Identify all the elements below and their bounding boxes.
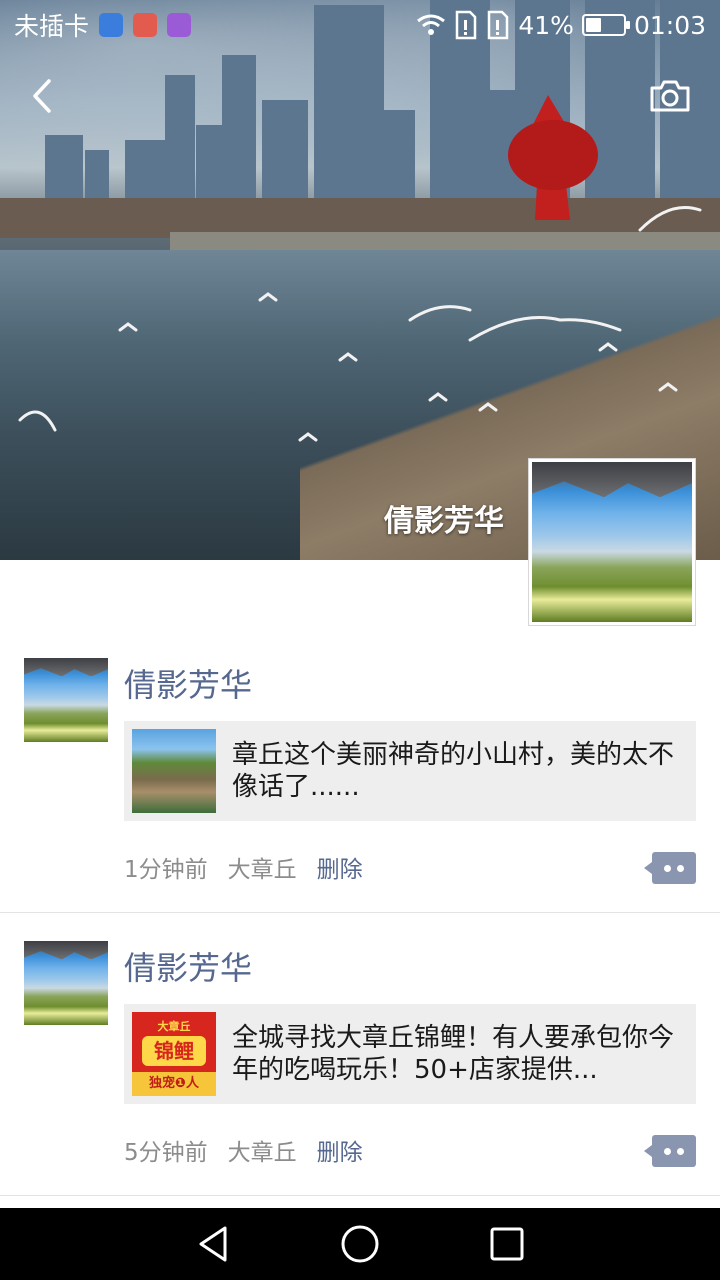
battery-icon — [581, 14, 630, 36]
moment-post: 倩影芳华 章丘这个美丽神奇的小山村，美的太不像话了...... 1分钟前 大章丘… — [0, 630, 720, 913]
post-time: 5分钟前 — [124, 1140, 208, 1166]
avatar-image — [532, 462, 692, 622]
recents-square-icon — [490, 1227, 524, 1261]
post-avatar[interactable] — [24, 941, 108, 1025]
moments-feed: 倩影芳华 章丘这个美丽神奇的小山村，美的太不像话了...... 1分钟前 大章丘… — [0, 630, 720, 1196]
shield-icon — [99, 13, 124, 37]
profile-avatar[interactable] — [528, 458, 696, 626]
profile-name: 倩影芳华 — [384, 504, 504, 539]
comment-dot — [664, 864, 671, 872]
comment-dot — [664, 1147, 671, 1155]
nav-back-button[interactable] — [191, 1222, 235, 1266]
link-thumbnail — [132, 729, 216, 813]
post-time: 1分钟前 — [124, 857, 208, 883]
gallery-icon — [167, 13, 192, 37]
post-location[interactable]: 大章丘 — [228, 850, 297, 884]
comment-button[interactable] — [644, 852, 696, 884]
comment-dot — [677, 864, 684, 872]
delete-button[interactable]: 删除 — [317, 1133, 363, 1167]
camera-button[interactable] — [648, 76, 692, 116]
sim-alert-icon — [456, 10, 477, 40]
battery-percent: 41% — [518, 10, 574, 40]
back-button[interactable] — [20, 74, 64, 118]
app-red-icon — [133, 13, 158, 37]
thumb-mid-text: 锦鲤 — [142, 1036, 206, 1066]
nav-home-button[interactable] — [338, 1222, 382, 1266]
battery-fill — [585, 18, 601, 32]
chevron-left-icon — [33, 79, 51, 113]
comment-dot — [677, 1147, 684, 1155]
shared-link-card[interactable]: 章丘这个美丽神奇的小山村，美的太不像话了...... — [124, 721, 696, 821]
post-author[interactable]: 倩影芳华 — [124, 660, 252, 706]
post-meta: 5分钟前 大章丘 删除 — [124, 1133, 363, 1167]
avatar-image — [24, 658, 108, 742]
post-meta: 1分钟前 大章丘 删除 — [124, 850, 363, 884]
home-circle-icon — [341, 1225, 379, 1263]
nav-recents-button[interactable] — [485, 1222, 529, 1266]
link-thumbnail: 大章丘 锦鲤 独宠❶人 — [132, 1012, 216, 1096]
system-nav-bar — [0, 1208, 720, 1280]
carrier-label: 未插卡 — [14, 12, 90, 41]
status-bar: 未插卡 41% 01:03 — [0, 0, 720, 50]
delete-button[interactable]: 删除 — [317, 850, 363, 884]
comment-button[interactable] — [644, 1135, 696, 1167]
clock: 01:03 — [633, 10, 706, 40]
thumb-top-text: 大章丘 — [157, 1020, 191, 1033]
post-location[interactable]: 大章丘 — [228, 1133, 297, 1167]
thumb-bottom-text: 独宠❶人 — [132, 1072, 216, 1096]
shared-link-card[interactable]: 大章丘 锦鲤 独宠❶人 全城寻找大章丘锦鲤！有人要承包你今年的吃喝玩乐！50+店… — [124, 1004, 696, 1104]
wifi-icon — [417, 14, 446, 35]
link-title: 章丘这个美丽神奇的小山村，美的太不像话了...... — [232, 740, 675, 802]
link-title: 全城寻找大章丘锦鲤！有人要承包你今年的吃喝玩乐！50+店家提供... — [232, 1023, 675, 1085]
sim-alert-icon — [488, 10, 509, 40]
avatar-image — [24, 941, 108, 1025]
post-author[interactable]: 倩影芳华 — [124, 943, 252, 989]
moment-post: 倩影芳华 大章丘 锦鲤 独宠❶人 全城寻找大章丘锦鲤！有人要承包你今年的吃喝玩乐… — [0, 913, 720, 1196]
back-triangle-icon — [199, 1226, 227, 1262]
camera-icon — [650, 80, 690, 112]
post-avatar[interactable] — [24, 658, 108, 742]
